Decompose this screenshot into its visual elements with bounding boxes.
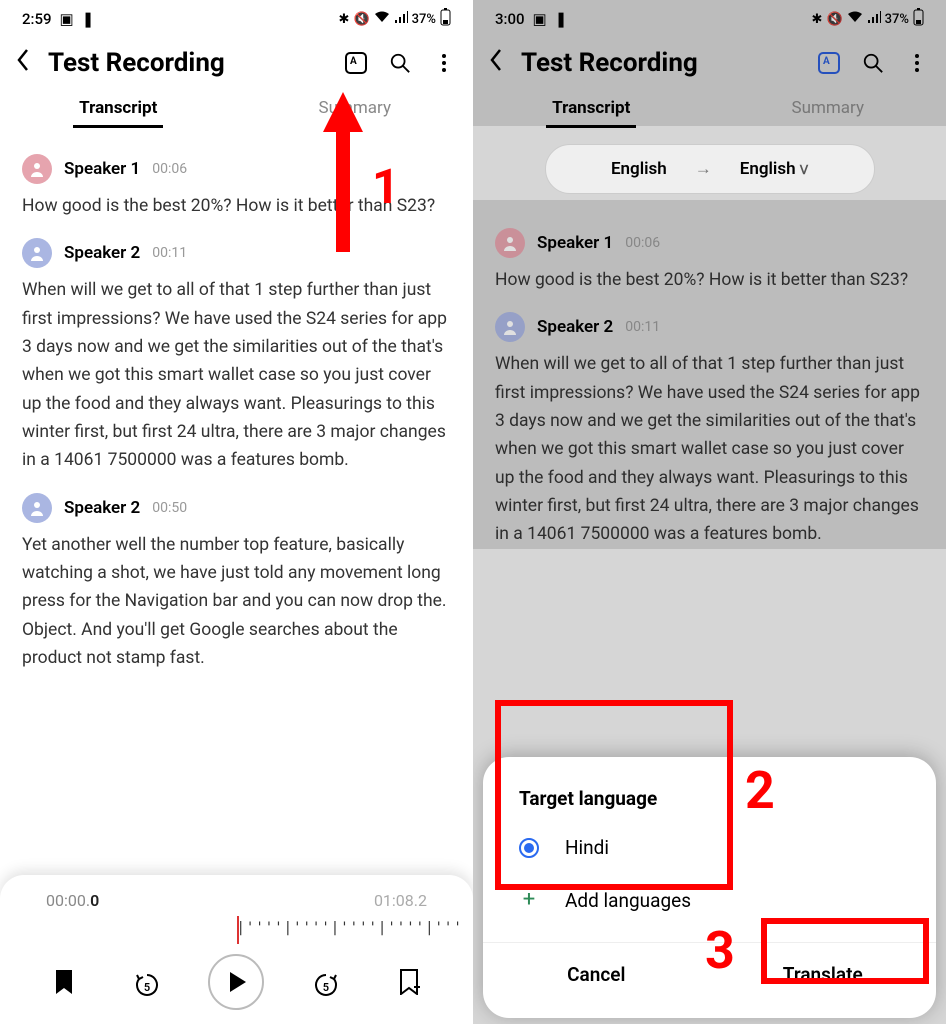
forward-5-button[interactable]: 5 [304, 960, 348, 1004]
bookmark-button[interactable]: 1 [42, 960, 86, 1004]
tab-summary[interactable]: Summary [710, 90, 946, 126]
translate-icon[interactable] [816, 50, 842, 76]
status-bar: 3:00 ▣ ❚ ✱ 🔇 37% [473, 0, 946, 38]
transcript-area: Speaker 1 00:06 How good is the best 20%? … [473, 200, 946, 549]
timestamp: 00:11 [625, 319, 660, 335]
language-selector[interactable]: English → English ᐯ [545, 144, 875, 194]
more-options-icon[interactable] [431, 50, 457, 76]
timestamp: 00:11 [152, 245, 187, 261]
rewind-5-button[interactable]: 5 [125, 960, 169, 1004]
play-button[interactable] [208, 954, 264, 1010]
mute-icon: 🔇 [353, 12, 369, 27]
playback-scrubber[interactable]: |''''|''''|''''|''''|''''|''''|''''|''''… [12, 916, 461, 944]
search-icon[interactable] [860, 50, 886, 76]
sheet-title: Target language [519, 787, 900, 810]
signal-icon [394, 11, 408, 27]
transcript-block: Speaker 2 00:11 When will we get to all of… [22, 238, 451, 474]
transcript-block: Speaker 2 00:50 Yet another well the numbe… [22, 493, 451, 673]
playback-current: 00:00.0 [46, 891, 99, 910]
back-button[interactable] [16, 48, 30, 78]
speaker-name: Speaker 2 [64, 498, 140, 518]
more-options-icon[interactable] [904, 50, 930, 76]
mute-icon: 🔇 [826, 12, 842, 27]
speaker-avatar-icon [495, 228, 525, 258]
add-languages-label: Add languages [565, 889, 691, 912]
tab-summary[interactable]: Summary [237, 90, 474, 126]
speaker-name: Speaker 2 [537, 317, 613, 337]
signal-icon [867, 11, 881, 27]
cancel-button[interactable]: Cancel [483, 943, 710, 1006]
wifi-icon [374, 11, 390, 27]
transcript-block: Speaker 2 00:11 When will we get to all of… [495, 312, 924, 548]
battery-icon [440, 8, 451, 30]
playback-total: 01:08.2 [374, 891, 427, 910]
add-languages-button[interactable]: + Add languages [519, 889, 900, 912]
image-icon: ▣ [533, 10, 547, 28]
bluetooth-icon: ✱ [812, 12, 823, 27]
battery-text: 37% [412, 12, 436, 27]
screenshot-left: 2:59 ▣ ❚ ✱ 🔇 37% [0, 0, 473, 1024]
speaker-name: Speaker 1 [537, 233, 613, 253]
clock: 2:59 [22, 10, 52, 28]
lang-from: English [611, 159, 667, 179]
battery-icon [913, 8, 924, 30]
speaker-name: Speaker 2 [64, 243, 140, 263]
timestamp: 00:06 [152, 161, 187, 177]
plus-icon: + [519, 891, 539, 911]
speaker-avatar-icon [495, 312, 525, 342]
lang-to: English ᐯ [740, 159, 808, 179]
translate-icon[interactable] [343, 50, 369, 76]
clock: 3:00 [495, 10, 525, 28]
bookmark-count: 1 [49, 963, 92, 974]
transcript-text: How good is the best 20%? How is it bett… [495, 266, 924, 294]
app-header: Test Recording [0, 38, 473, 82]
lang-option-label: Hindi [565, 836, 609, 859]
transcript-block: Speaker 1 00:06 How good is the best 20%? … [22, 154, 451, 220]
speaker-avatar-icon [22, 493, 52, 523]
target-language-sheet: Target language Hindi + Add languages Ca… [483, 757, 936, 1018]
transcript-block: Speaker 1 00:06 How good is the best 20%? … [495, 228, 924, 294]
battery-text: 37% [885, 12, 909, 27]
image-icon: ▣ [60, 10, 74, 28]
transcript-text: When will we get to all of that 1 step f… [22, 276, 451, 474]
lang-option-hindi[interactable]: Hindi [519, 836, 900, 859]
tab-transcript[interactable]: Transcript [473, 90, 710, 126]
tab-bar: Transcript Summary [0, 82, 473, 126]
bluetooth-icon: ✱ [339, 12, 350, 27]
back-button[interactable] [489, 48, 503, 78]
tab-bar: Transcript Summary [473, 82, 946, 126]
search-icon[interactable] [387, 50, 413, 76]
bulb-icon: ❚ [555, 10, 568, 28]
wifi-icon [847, 11, 863, 27]
speaker-avatar-icon [22, 238, 52, 268]
bulb-icon: ❚ [82, 10, 95, 28]
translate-button[interactable]: Translate [710, 943, 937, 1006]
transcript-area: Speaker 1 00:06 How good is the best 20%? … [0, 126, 473, 672]
add-bookmark-button[interactable] [387, 960, 431, 1004]
speaker-name: Speaker 1 [64, 159, 140, 179]
transcript-text: How good is the best 20%? How is it bett… [22, 192, 451, 220]
chevron-down-icon: ᐯ [800, 163, 808, 177]
transcript-text: Yet another well the number top feature,… [22, 531, 451, 673]
status-bar: 2:59 ▣ ❚ ✱ 🔇 37% [0, 0, 473, 38]
transcript-text: When will we get to all of that 1 step f… [495, 350, 924, 548]
radio-selected-icon [519, 838, 539, 858]
app-header: Test Recording [473, 38, 946, 82]
arrow-right-icon: → [695, 159, 712, 179]
timestamp: 00:50 [152, 500, 187, 516]
page-title: Test Recording [48, 48, 325, 78]
page-title: Test Recording [521, 48, 798, 78]
timestamp: 00:06 [625, 235, 660, 251]
screenshot-right: 3:00 ▣ ❚ ✱ 🔇 37% [473, 0, 946, 1024]
tab-transcript[interactable]: Transcript [0, 90, 237, 126]
player-bar: 00:00.0 01:08.2 |''''|''''|''''|''''|'''… [0, 875, 473, 1024]
speaker-avatar-icon [22, 154, 52, 184]
